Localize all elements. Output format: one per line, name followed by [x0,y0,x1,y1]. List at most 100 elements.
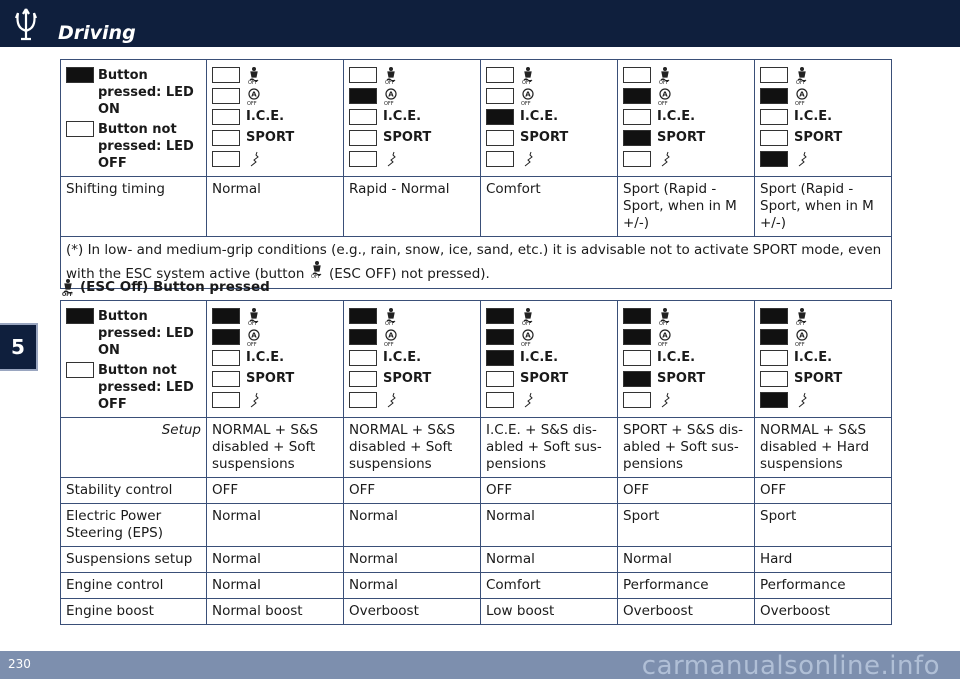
ice-led-row: I.C.E. [623,106,749,127]
row-label: Engine boost [60,598,207,625]
legend-led-off: Button not pressed: LED OFF [98,363,194,412]
asr-off-led [486,328,514,345]
svg-text:OFF: OFF [385,80,395,84]
ice-led [349,108,377,125]
svg-text:A: A [388,331,394,339]
sport-led-row: SPORT [212,368,338,389]
svg-text:OFF: OFF [658,342,668,346]
led-row: Button pressed: LED ON Button not presse… [60,300,892,418]
drive-mode-table-esc-off: Button pressed: LED ON Button not presse… [60,300,892,625]
led-off-swatch [66,362,94,378]
suspension-led-row [212,389,338,410]
svg-text:OFF: OFF [62,292,73,296]
suspension-led-row [212,148,338,169]
esc-off-led-row: OFF [486,64,612,85]
suspension-led-row [623,389,749,410]
svg-text:A: A [388,90,394,98]
svg-text:A: A [525,331,531,339]
ice-led-row: I.C.E. [349,106,475,127]
sport-led [760,370,788,387]
asr-off-led-row: A OFF [623,326,749,347]
watermark: carmanualsonline.info [641,651,940,681]
row-label: Setup [60,417,207,478]
esc-off-icon: OFF [248,66,259,84]
esc-off-led [623,66,651,83]
asr-off-led [486,87,514,104]
led-row: Button pressed: LED ON Button not presse… [60,59,892,177]
table-row: Shifting timing Normal Rapid - Normal Co… [60,176,892,237]
esc-off-led [760,307,788,324]
table-cell: NORMAL + S&S disabled + Hard suspensions [754,417,892,478]
svg-text:OFF: OFF [796,80,806,84]
table-row: Suspensions setup Normal Normal Normal N… [60,546,892,573]
asr-off-led [623,87,651,104]
asr-off-led-row: A OFF [486,326,612,347]
asr-off-led-row: A OFF [212,85,338,106]
ice-label: I.C.E. [520,350,559,365]
row-label: Shifting timing [60,176,207,237]
led-indicator-cell: OFF A OFF I.C.E. SPORT [343,59,481,177]
table-cell: Low boost [480,598,618,625]
esc-off-led [623,307,651,324]
table-cell: Sport (Rapid - Sport, when in M +/-) [617,176,755,237]
asr-off-icon: A OFF [521,328,534,346]
table-cell: Comfort [480,572,618,599]
svg-text:A: A [799,90,805,98]
ice-label: I.C.E. [657,109,696,124]
svg-text:OFF: OFF [522,321,532,325]
asr-off-icon: A OFF [384,87,397,105]
svg-text:OFF: OFF [795,342,805,346]
legend-led-off: Button not pressed: LED OFF [98,122,194,171]
ice-label: I.C.E. [794,109,833,124]
asr-off-icon: A OFF [658,87,671,105]
esc-off-icon: OFF [248,307,259,325]
footnote-text-2: (ESC OFF) not pressed). [329,266,490,282]
table-cell: SPORT + S&S dis-abled + Soft sus-pension… [617,417,755,478]
esc-off-icon: OFF [659,307,670,325]
svg-text:OFF: OFF [385,321,395,325]
table-cell: Normal [343,572,481,599]
table-cell: OFF [343,477,481,504]
esc-off-led [760,66,788,83]
table-cell: Sport (Rapid - Sport, when in M +/-) [754,176,892,237]
asr-off-led-row: A OFF [212,326,338,347]
ice-led [760,349,788,366]
suspension-led-row [623,148,749,169]
asr-off-icon: A OFF [247,87,260,105]
legend-cell: Button pressed: LED ON Button not presse… [60,59,207,177]
led-indicator-cell: OFF A OFF I.C.E. SPORT [206,300,344,418]
ice-led [486,108,514,125]
table-row: Stability control OFF OFF OFF OFF OFF [60,477,892,504]
sport-led [623,129,651,146]
asr-off-icon: A OFF [795,328,808,346]
suspension-led [486,150,514,167]
sport-led [349,370,377,387]
asr-off-icon: A OFF [384,328,397,346]
table-cell: Normal [206,572,344,599]
suspension-icon [798,151,807,166]
suspension-led [486,391,514,408]
esc-off-led-row: OFF [212,305,338,326]
ice-led-row: I.C.E. [212,106,338,127]
legend-led-on: Button pressed: LED ON [98,68,194,117]
legend-cell: Button pressed: LED ON Button not presse… [60,300,207,418]
esc-off-led [486,66,514,83]
ice-label: I.C.E. [657,350,696,365]
sport-label: SPORT [794,371,843,386]
svg-text:OFF: OFF [248,80,258,84]
ice-led-row: I.C.E. [212,347,338,368]
ice-label: I.C.E. [520,109,559,124]
sport-led [623,370,651,387]
asr-off-icon: A OFF [795,87,808,105]
suspension-led [623,150,651,167]
asr-off-led [760,87,788,104]
asr-off-led [349,328,377,345]
table-cell: OFF [480,477,618,504]
sport-label: SPORT [794,130,843,145]
table-cell: NORMAL + S&S disabled + Soft suspensions [343,417,481,478]
asr-off-led-row: A OFF [760,85,886,106]
asr-off-led-row: A OFF [349,85,475,106]
sport-label: SPORT [246,130,295,145]
legend-led-on: Button pressed: LED ON [98,309,194,358]
asr-off-led-row: A OFF [349,326,475,347]
